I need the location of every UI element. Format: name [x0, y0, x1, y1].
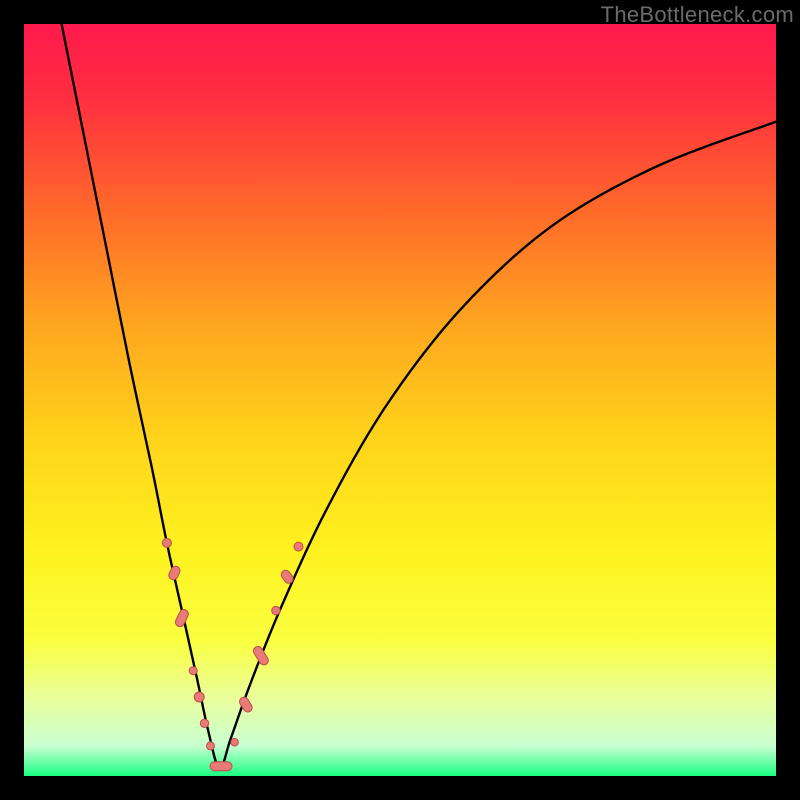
marker-pill [210, 762, 232, 771]
watermark-text: TheBottleneck.com [601, 2, 794, 28]
bottleneck-chart [24, 24, 776, 776]
marker-dot [189, 667, 197, 675]
chart-frame [24, 24, 776, 776]
marker-dot [272, 606, 280, 614]
marker-dot [294, 542, 303, 551]
marker-dot [206, 742, 214, 750]
marker-dot [194, 692, 204, 702]
marker-dot [231, 738, 239, 746]
marker-dot [200, 719, 208, 727]
marker-dot [162, 538, 171, 547]
